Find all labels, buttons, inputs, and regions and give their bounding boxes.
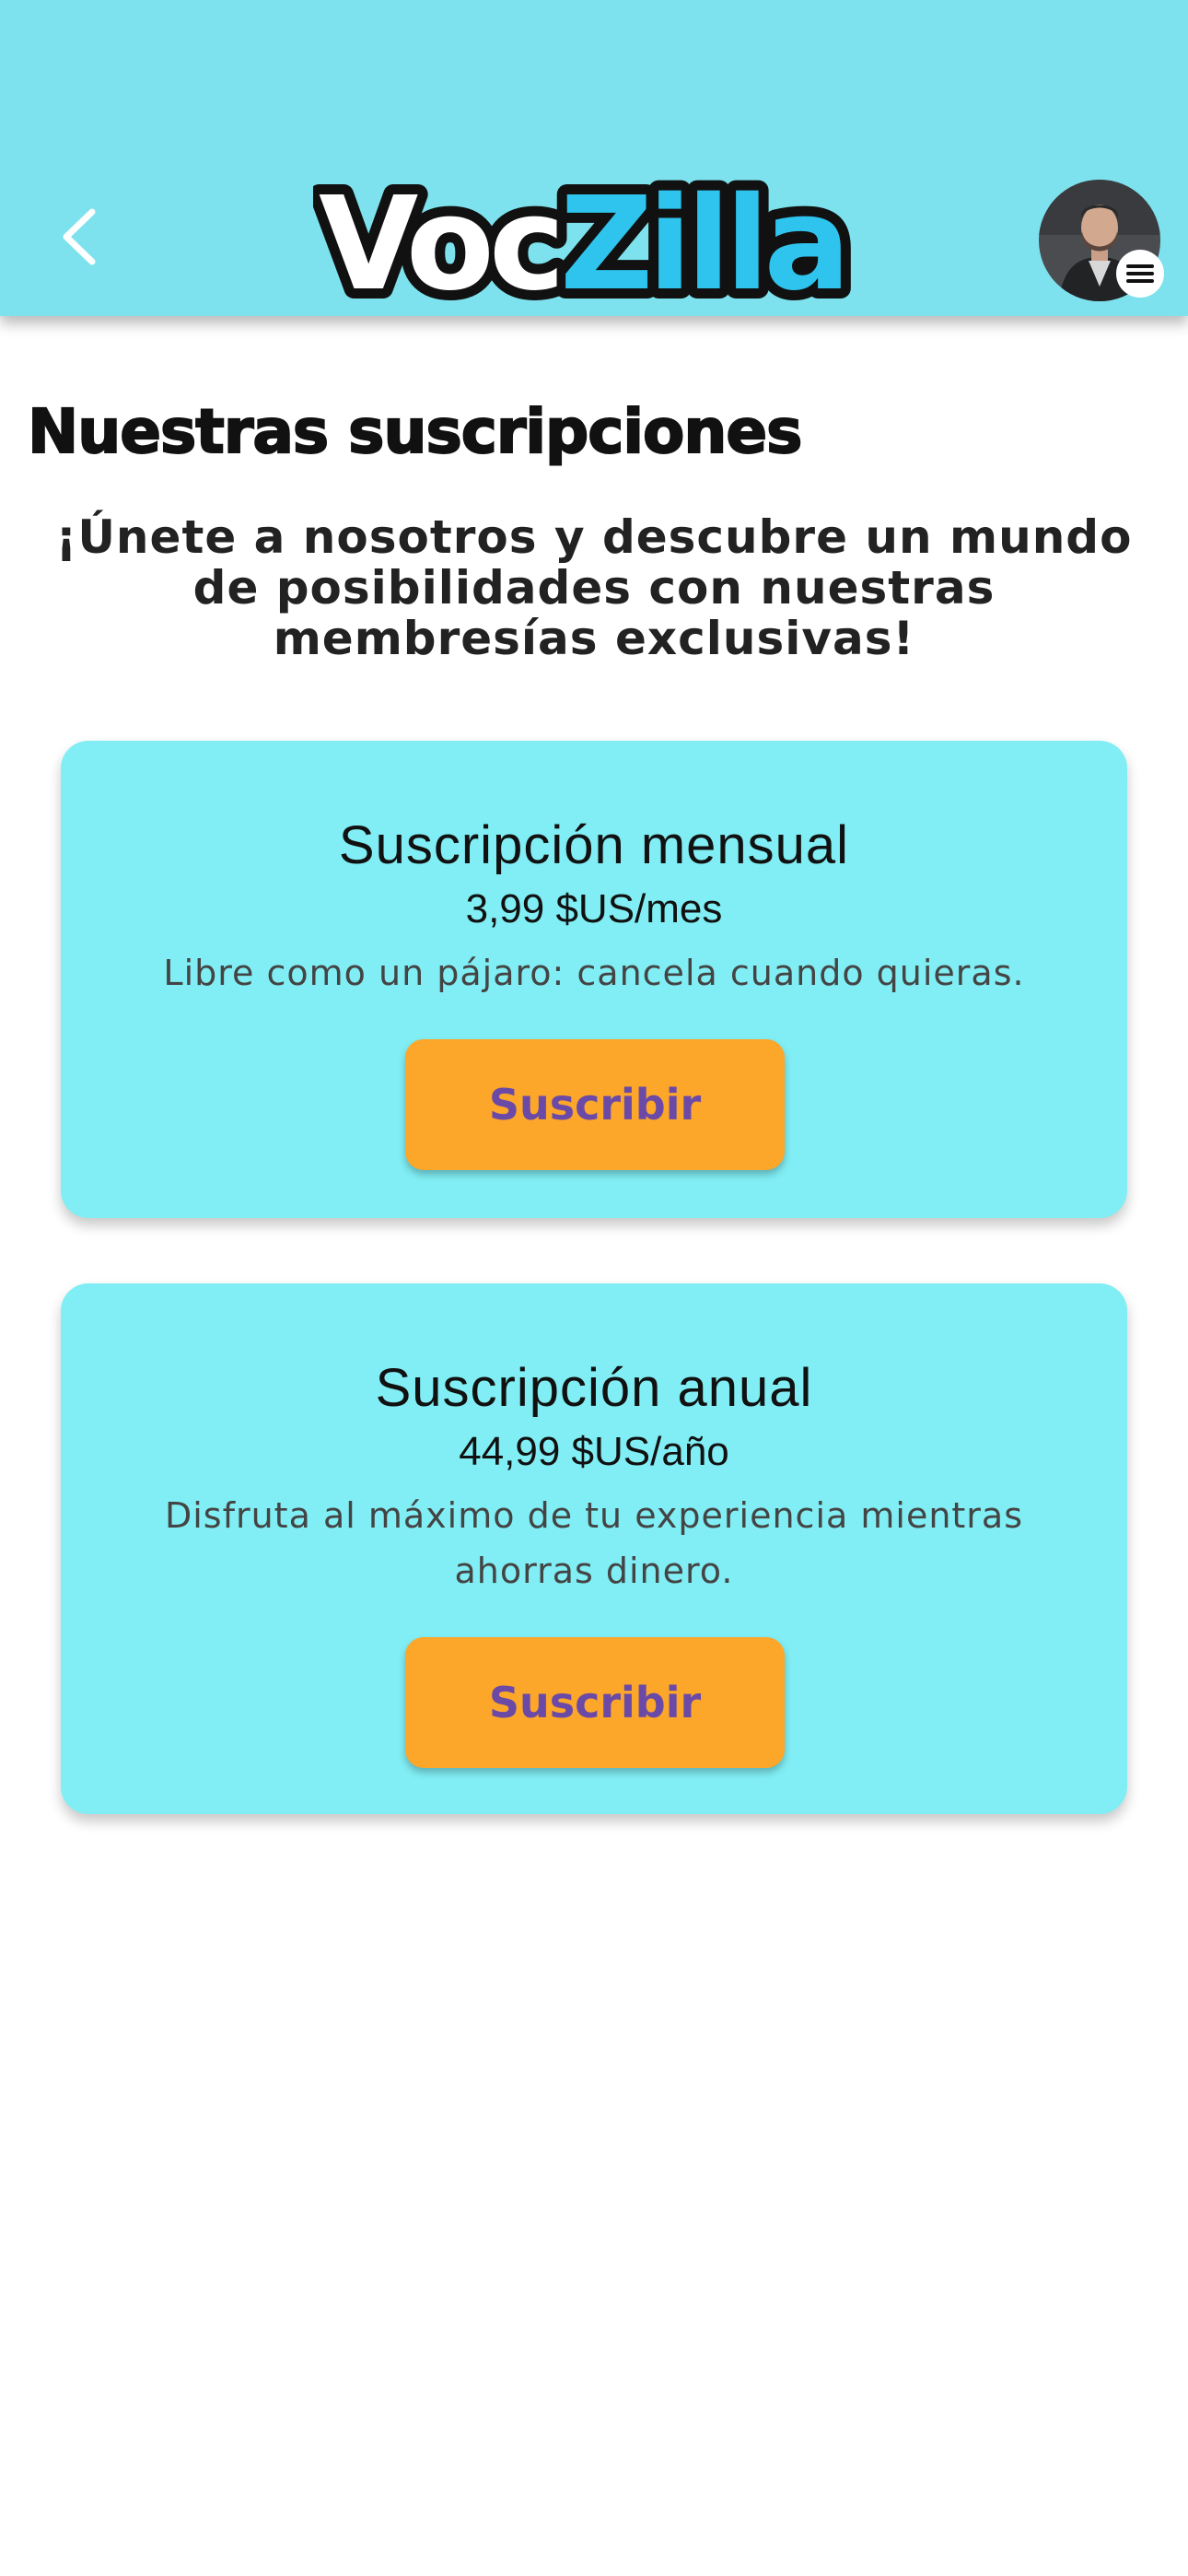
- back-button[interactable]: [52, 205, 107, 269]
- svg-text:VocZilla: VocZilla: [319, 170, 845, 309]
- logo-text-zilla: Zilla: [560, 170, 845, 309]
- plan-description: Disfruta al máximo de tu experiencia mie…: [164, 1495, 1024, 1591]
- app-header: VocZilla VocZilla: [0, 0, 1188, 316]
- chevron-left-icon: [63, 208, 96, 265]
- app-logo: VocZilla VocZilla: [313, 170, 861, 309]
- subscribe-annual-button[interactable]: Suscribir: [405, 1637, 785, 1768]
- page-title: Nuestras suscripciones: [27, 395, 803, 468]
- plan-card-annual: Suscripción anual 44,99 $US/año Disfruta…: [61, 1283, 1127, 1814]
- intro-text: ¡Únete a nosotros y descubre un mundo de…: [55, 510, 1133, 665]
- plan-description: Libre como un pájaro: cancela cuando qui…: [163, 953, 1025, 993]
- plan-card-monthly: Suscripción mensual 3,99 $US/mes Libre c…: [61, 741, 1127, 1218]
- subscribe-monthly-button[interactable]: Suscribir: [405, 1039, 785, 1170]
- plan-price: 44,99 $US/año: [459, 1429, 729, 1474]
- plan-title: Suscripción anual: [375, 1358, 813, 1418]
- hamburger-menu-icon: [1126, 264, 1154, 283]
- logo-text-voc: Voc: [319, 170, 560, 309]
- user-avatar[interactable]: [1039, 180, 1164, 301]
- avatar-menu-badge[interactable]: [1116, 250, 1164, 298]
- plan-title: Suscripción mensual: [338, 815, 850, 875]
- plan-price: 3,99 $US/mes: [465, 886, 723, 931]
